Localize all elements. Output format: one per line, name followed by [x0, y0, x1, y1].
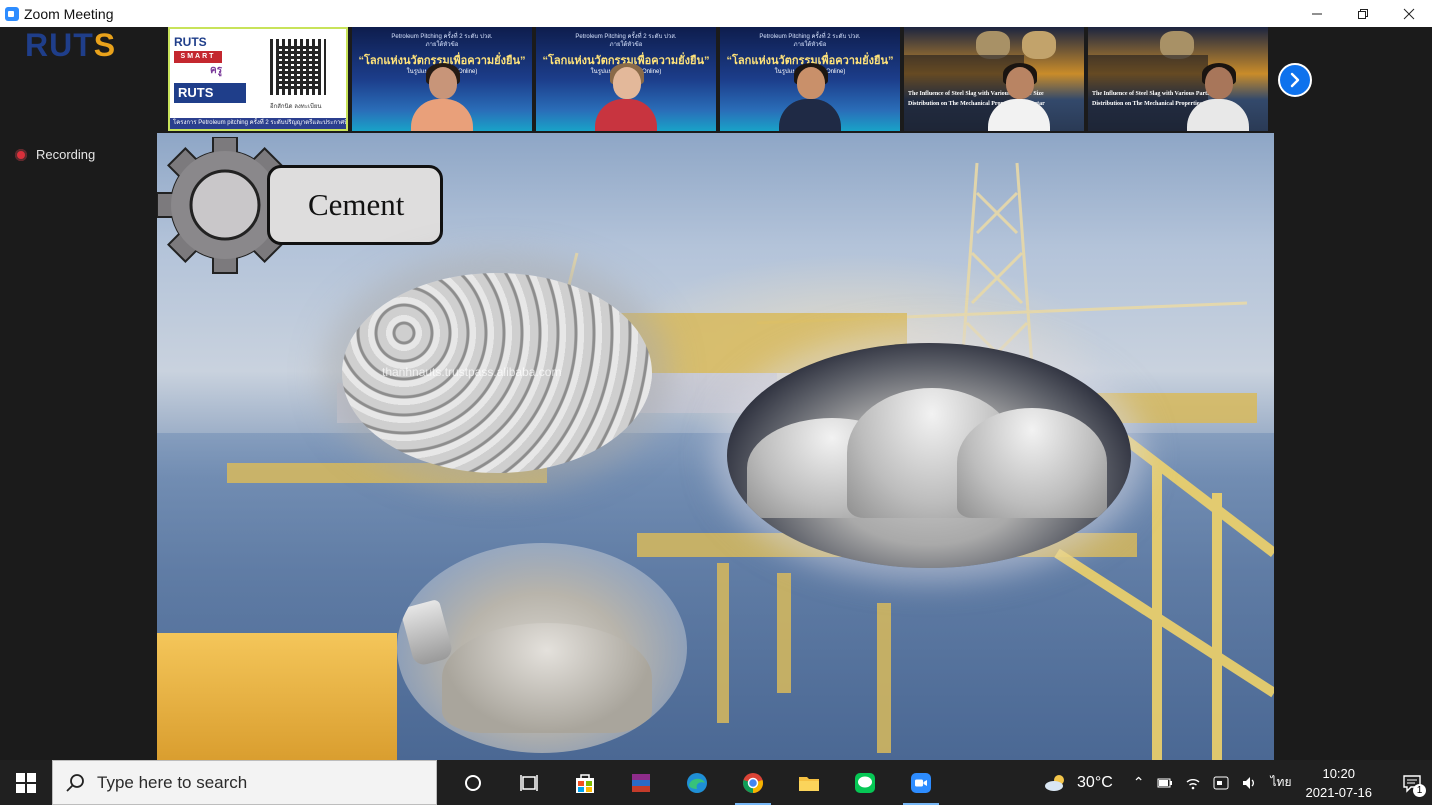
participant-thumbnail[interactable]: Petroleum Pitching ครั้งที่ 2 ระดับ ปวส.… [536, 27, 716, 131]
zoom-app-icon [5, 6, 19, 21]
task-view-icon [465, 774, 481, 791]
ruts-logo: RUTS [25, 27, 117, 63]
participant-video [1181, 61, 1255, 131]
shared-screen-slide: Cement thanhnauts.trustpass.alibaba.com [157, 133, 1274, 760]
powder-mound [957, 408, 1107, 518]
minimize-button[interactable] [1294, 0, 1340, 27]
input-language[interactable]: ไทย [1271, 773, 1292, 792]
notification-center-button[interactable]: 1 [1392, 773, 1432, 797]
participant-thumbnail[interactable]: The Influence of Steel Slag with Various… [904, 27, 1084, 131]
file-explorer-icon [799, 776, 819, 791]
start-button[interactable] [0, 760, 52, 805]
background-line2: ภายใต้หัวข้อ [793, 42, 827, 48]
participant-thumbnail[interactable]: Petroleum Pitching ครั้งที่ 2 ระดับ ปวส.… [720, 27, 900, 131]
participant-video [773, 61, 847, 131]
slide-title-text: Cement [308, 187, 405, 222]
chevron-right-icon [1290, 72, 1300, 88]
restore-icon [1358, 8, 1368, 19]
slide-title: Cement [267, 165, 443, 245]
participant-thumbnail[interactable]: Petroleum Pitching ครั้งที่ 2 ระดับ ปวส.… [352, 27, 532, 131]
recording-label: Recording [36, 147, 96, 162]
zoom-tray-icon[interactable] [1213, 775, 1229, 791]
store-icon [576, 773, 594, 793]
system-tray: 30°C ⌃ ไทย 10:20 2021-07-16 1 [1043, 760, 1432, 805]
recording-indicator[interactable]: Recording [15, 147, 95, 162]
task-switch-button[interactable] [501, 760, 557, 805]
foreground-structure [157, 633, 397, 760]
close-button[interactable] [1386, 0, 1432, 27]
file-explorer-button[interactable] [781, 760, 837, 805]
search-placeholder: Type here to search [97, 772, 248, 792]
participant-video [589, 61, 663, 131]
speaker-icon[interactable] [1241, 775, 1257, 791]
zoom-button[interactable] [893, 760, 949, 805]
participant-thumbnail[interactable]: The Influence of Steel Slag with Various… [1088, 27, 1268, 131]
battery-icon[interactable] [1157, 775, 1173, 791]
participant-video [982, 61, 1056, 131]
edge-icon [687, 772, 707, 793]
minimize-icon [1312, 13, 1322, 14]
slide-title-group: Cement [157, 137, 447, 277]
windows-logo-icon [16, 772, 36, 793]
taskbar-clock[interactable]: 10:20 2021-07-16 [1306, 764, 1373, 802]
taskbar-search-box[interactable]: Type here to search [52, 760, 437, 805]
recording-dot-icon [15, 148, 27, 161]
task-view-button[interactable] [445, 760, 501, 805]
chrome-icon [743, 772, 763, 793]
chevron-up-icon[interactable]: ⌃ [1133, 774, 1145, 791]
window-titlebar: Zoom Meeting [0, 0, 1432, 27]
search-icon [66, 773, 84, 792]
notification-badge: 1 [1413, 783, 1426, 797]
cement-bucket-image [397, 543, 687, 753]
meeting-area: RUTS Recording RUTS SMART ครู RUTS อีกสั… [0, 27, 1432, 760]
poster-smart-label: SMART [174, 51, 222, 63]
gravel-image: thanhnauts.trustpass.alibaba.com [342, 273, 652, 473]
weather-temperature: 30°C [1077, 773, 1113, 791]
poster-footer: โครงการ Petroleum pitching ครั้งที่ 2 ระ… [170, 118, 346, 129]
windows-taskbar: Type here to search 30°C ⌃ ไทย 10:20 202… [0, 760, 1432, 805]
scoop-shape [399, 598, 455, 668]
cement-powder-image [727, 343, 1131, 568]
clock-date: 2021-07-16 [1305, 784, 1373, 800]
next-page-button[interactable] [1278, 63, 1312, 97]
poster-ruts-big: RUTS [174, 83, 246, 103]
clock-time: 10:20 [1322, 765, 1356, 781]
winrar-button[interactable] [613, 760, 669, 805]
poster-ruts-small: RUTS [174, 35, 207, 49]
participant-video [405, 61, 479, 131]
background-line2: ภายใต้หัวข้อ [609, 42, 643, 48]
poster-khru-label: ครู [210, 65, 223, 76]
winrar-icon [632, 773, 650, 792]
zoom-icon [911, 772, 931, 793]
weather-widget[interactable]: 30°C [1043, 773, 1113, 793]
image-watermark: thanhnauts.trustpass.alibaba.com [382, 365, 562, 379]
close-icon [1403, 8, 1415, 19]
participant-thumbnail-strip: RUTS SMART ครู RUTS อีกสักนิด ลงทะเบียน … [168, 27, 1268, 131]
edge-button[interactable] [669, 760, 725, 805]
cloudy-weather-icon [1045, 774, 1065, 791]
chrome-button[interactable] [725, 760, 781, 805]
window-title: Zoom Meeting [24, 5, 114, 22]
wifi-icon[interactable] [1185, 775, 1201, 791]
line-button[interactable] [837, 760, 893, 805]
line-icon [855, 772, 875, 793]
poster-slide: RUTS SMART ครู RUTS อีกสักนิด ลงทะเบียน … [170, 29, 346, 129]
cement-pile [442, 623, 652, 733]
restore-button[interactable] [1340, 0, 1386, 27]
poster-caption: อีกสักนิด ลงทะเบียน [270, 104, 322, 110]
rock-image [1022, 31, 1056, 59]
participant-thumbnail[interactable]: RUTS SMART ครู RUTS อีกสักนิด ลงทะเบียน … [168, 27, 348, 131]
qr-code-icon [270, 39, 326, 95]
task-switch-icon [520, 774, 538, 791]
background-line2: ภายใต้หัวข้อ [425, 42, 459, 48]
store-button[interactable] [557, 760, 613, 805]
